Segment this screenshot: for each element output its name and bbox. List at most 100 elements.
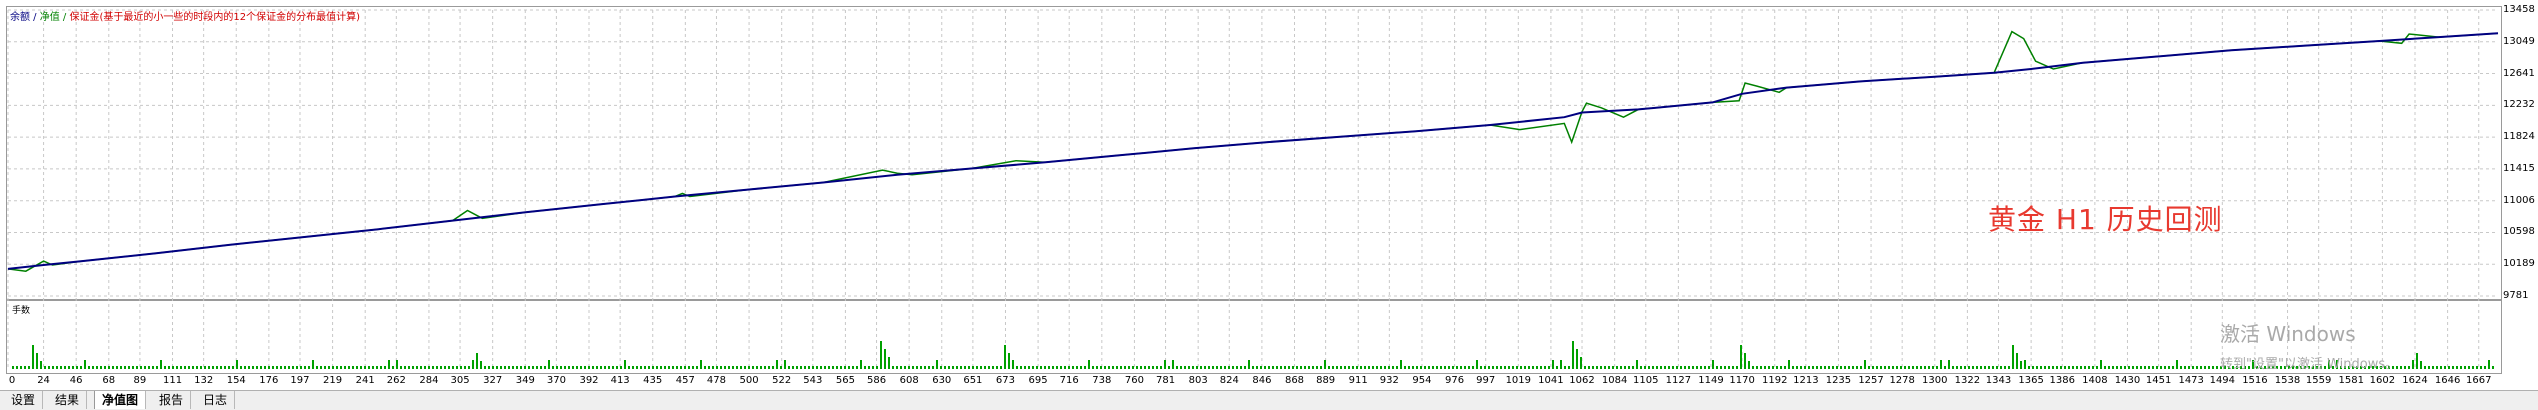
x-tick-label: 522	[772, 375, 792, 386]
tab-0[interactable]: 设置	[4, 391, 44, 409]
volume-bar	[992, 366, 994, 369]
tab-3[interactable]: 报告	[152, 391, 192, 409]
volume-bar	[1780, 366, 1782, 369]
volume-bar	[124, 366, 126, 369]
volume-label: 手数	[12, 306, 31, 316]
volume-bar	[1524, 366, 1526, 369]
volume-bar	[884, 349, 886, 369]
volume-bar	[1380, 366, 1382, 369]
volume-bar	[2164, 366, 2166, 369]
volume-bar	[2476, 366, 2478, 369]
volume-bar	[1692, 366, 1694, 369]
volume-bar	[524, 366, 526, 369]
x-tick-label: 1192	[1761, 375, 1788, 386]
volume-bar	[544, 366, 546, 369]
volume-bar	[2160, 366, 2162, 369]
volume-bar	[1720, 366, 1722, 369]
volume-bar	[2408, 366, 2410, 369]
x-tick-label: 1105	[1633, 375, 1659, 386]
volume-bar	[1952, 366, 1954, 369]
volume-bar	[1232, 366, 1234, 369]
tab-4[interactable]: 日志	[196, 391, 236, 409]
volume-bar	[284, 366, 286, 369]
volume-bar	[1556, 366, 1558, 369]
volume-bar	[1760, 366, 1762, 369]
volume-bar	[872, 366, 874, 369]
volume-bar	[1436, 366, 1438, 369]
x-tick-label: 284	[419, 375, 439, 386]
volume-bar	[1428, 366, 1430, 369]
x-tick-label: 111	[162, 375, 183, 386]
volume-bar	[1836, 366, 1838, 369]
volume-bar	[768, 366, 770, 369]
volume-bar	[168, 366, 170, 369]
volume-bar	[1432, 366, 1434, 369]
volume-bar	[452, 366, 454, 369]
volume-bar	[840, 366, 842, 369]
tab-2[interactable]: 净值图	[94, 391, 147, 409]
volume-bar	[324, 366, 326, 369]
volume-bar	[868, 366, 870, 369]
volume-bar	[384, 366, 386, 369]
volume-bar	[528, 366, 530, 369]
volume-bar	[1504, 366, 1506, 369]
volume-bar	[444, 366, 446, 369]
volume-bar	[820, 366, 822, 369]
volume-bar	[144, 366, 146, 369]
volume-bar	[2440, 366, 2442, 369]
volume-bar	[1140, 366, 1142, 369]
volume-bar	[2048, 366, 2050, 369]
volume-bar	[1680, 366, 1682, 369]
volume-bar	[2156, 366, 2158, 369]
volume-bar	[332, 366, 334, 369]
volume-bar	[916, 366, 918, 369]
volume-bar	[2416, 353, 2418, 369]
volume-bar	[1364, 366, 1366, 369]
volume-bar	[664, 366, 666, 369]
volume-bar	[1384, 366, 1386, 369]
volume-bar	[1964, 366, 1966, 369]
x-tick-label: 1322	[1954, 375, 1981, 386]
y-tick-label: 9781	[2503, 290, 2529, 301]
volume-bar	[292, 366, 294, 369]
volume-bar	[912, 366, 914, 369]
volume-bar	[1528, 366, 1530, 369]
volume-bar	[2000, 366, 2002, 369]
volume-bar	[352, 366, 354, 369]
volume-bar	[624, 360, 626, 369]
volume-bar	[1600, 366, 1602, 369]
volume-bar	[656, 366, 658, 369]
volume-bar	[1912, 366, 1914, 369]
volume-bar	[412, 366, 414, 369]
volume-bar	[1764, 366, 1766, 369]
volume-bar	[1160, 366, 1162, 369]
volume-bar	[1540, 366, 1542, 369]
volume-bar	[320, 366, 322, 369]
x-tick-label: 68	[102, 375, 116, 386]
volume-bar	[692, 366, 694, 369]
volume-bar	[156, 366, 158, 369]
volume-bar	[1712, 360, 1714, 369]
volume-bar	[1704, 366, 1706, 369]
x-tick-label: 1451	[2145, 375, 2172, 386]
volume-bar	[1324, 360, 1326, 369]
volume-bar	[900, 366, 902, 369]
y-tick-label: 12641	[2503, 67, 2535, 79]
x-tick-label: 781	[1156, 375, 1176, 386]
volume-bar	[472, 360, 474, 369]
volume-bar	[1728, 366, 1730, 369]
x-tick-label: 1278	[1889, 375, 1915, 386]
volume-bar	[2036, 366, 2038, 369]
volume-bar	[152, 366, 154, 369]
volume-bar	[764, 366, 766, 369]
tab-1[interactable]: 结果	[48, 391, 88, 409]
volume-bar	[288, 366, 290, 369]
volume-bar	[944, 366, 946, 369]
volume-bar	[652, 366, 654, 369]
x-tick-label: 1084	[1601, 375, 1628, 386]
volume-bar	[1200, 366, 1202, 369]
x-tick-label: 1343	[1985, 375, 2012, 386]
volume-bar	[276, 366, 278, 369]
volume-bar	[492, 366, 494, 369]
volume-bar	[640, 366, 642, 369]
